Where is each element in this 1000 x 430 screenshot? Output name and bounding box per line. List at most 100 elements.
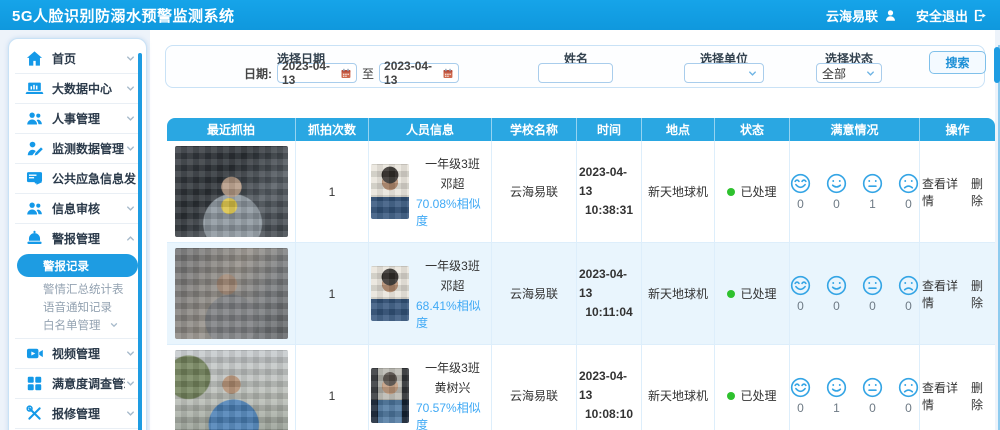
delete-link[interactable]: 删除	[971, 277, 993, 311]
table-cell: 已处理	[715, 345, 790, 430]
chevron-down-icon	[125, 408, 136, 419]
table-cell: 2023-04-1310:11:04	[577, 243, 642, 344]
page-scrollbar-thumb[interactable]	[994, 47, 1000, 83]
column-header: 人员信息	[369, 118, 492, 141]
emoji-frown-icon	[897, 274, 920, 297]
date-from-input[interactable]: 2023-04-13	[277, 63, 357, 83]
sidebar-group: 信息审核	[15, 194, 140, 224]
chevron-down-icon	[125, 378, 136, 389]
calendar-icon[interactable]	[442, 67, 454, 80]
satisfaction-item: 0	[861, 274, 884, 313]
portrait-photo	[371, 164, 409, 219]
logout-button[interactable]: 安全退出	[916, 6, 988, 25]
capture-date: 2023-04-13	[579, 367, 639, 405]
search-button[interactable]: 搜索	[929, 51, 986, 74]
column-header: 状态	[715, 118, 790, 141]
column-header: 最近抓拍	[167, 118, 296, 141]
view-details-link[interactable]: 查看详情	[922, 379, 966, 413]
status-dot	[727, 392, 735, 400]
sidebar-subitem[interactable]: 警报记录	[17, 254, 138, 277]
emoji-neutral-icon	[861, 172, 884, 195]
status-text: 已处理	[740, 285, 776, 302]
people-icon	[25, 199, 44, 218]
view-details-link[interactable]: 查看详情	[922, 175, 966, 209]
satisfaction-count: 0	[797, 401, 804, 415]
date-to-label: 至	[362, 65, 374, 82]
chevron-down-icon	[865, 68, 876, 79]
date-to-input[interactable]: 2023-04-13	[379, 63, 459, 83]
alarm-icon	[25, 229, 44, 248]
table-cell: 查看详情删除	[920, 141, 995, 242]
table-cell: 1	[296, 243, 369, 344]
satisfaction-item: 0	[789, 376, 812, 415]
name-input[interactable]	[538, 63, 613, 83]
satisfaction-group: 0000	[789, 274, 920, 313]
sidebar-group: 首页	[15, 44, 140, 74]
satisfaction-item: 0	[897, 172, 920, 211]
user-menu[interactable]: 云海易联	[826, 6, 898, 25]
satisfaction-item: 1	[861, 172, 884, 211]
chevron-down-icon	[125, 113, 136, 124]
sidebar-item[interactable]: 满意度调查管理	[15, 369, 140, 398]
table-cell: 2023-04-1310:38:31	[577, 141, 642, 242]
sidebar-item-label: 警报管理	[52, 230, 125, 247]
table-cell: 已处理	[715, 141, 790, 242]
unit-select[interactable]	[684, 63, 764, 83]
satisfaction-group: 0100	[789, 376, 920, 415]
date-from-value: 2023-04-13	[282, 59, 338, 87]
top-header-bar: 5G人脸识别防溺水预警监测系统 云海易联 安全退出	[0, 0, 1000, 30]
person-name: 黄树兴	[434, 379, 470, 396]
sidebar-item[interactable]: 警报管理	[15, 224, 140, 253]
capture-count: 1	[329, 185, 336, 199]
sidebar-subitem[interactable]: 语音通知记录	[15, 298, 140, 316]
person-info: 一年级3班邓超68.41%相似度	[371, 257, 489, 331]
sidebar-subitem[interactable]: 警情汇总统计表	[15, 280, 140, 298]
sidebar-item[interactable]: 视频管理	[15, 339, 140, 368]
emoji-smile-icon	[825, 376, 848, 399]
sidebar-item[interactable]: 信息审核	[15, 194, 140, 223]
view-details-link[interactable]: 查看详情	[922, 277, 966, 311]
sidebar-item[interactable]: 首页	[15, 44, 140, 73]
sidebar-item[interactable]: 监测数据管理	[15, 134, 140, 163]
satisfaction-item: 0	[789, 172, 812, 211]
sidebar-scrollbar[interactable]	[138, 53, 142, 430]
sidebar-item-label: 首页	[52, 50, 125, 67]
sidebar-group: 报修管理	[15, 399, 140, 429]
school-name: 云海易联	[510, 387, 558, 404]
capture-photo	[175, 146, 288, 237]
delete-link[interactable]: 删除	[971, 379, 993, 413]
satisfaction-count: 0	[869, 299, 876, 313]
sidebar-subitem[interactable]: 白名单管理	[15, 316, 140, 334]
person-name: 邓超	[440, 277, 464, 294]
sidebar-subitem-label: 语音通知记录	[43, 299, 112, 315]
sidebar-item[interactable]: 人事管理	[15, 104, 140, 133]
emoji-frown-icon	[897, 172, 920, 195]
sidebar-item[interactable]: 报修管理	[15, 399, 140, 428]
location-name: 新天地球机	[648, 285, 708, 302]
sidebar-submenu: 警报记录警情汇总统计表语音通知记录白名单管理	[15, 254, 140, 338]
portrait-photo	[371, 368, 409, 423]
status-dot	[727, 188, 735, 196]
sidebar-group: 大数据中心	[15, 74, 140, 104]
table-row: 1一年级3班黄树兴70.57%相似度云海易联2023-04-1310:08:10…	[167, 345, 995, 430]
sidebar-menu: 首页大数据中心人事管理监测数据管理公共应急信息发布信息审核警报管理警报记录警情汇…	[9, 44, 146, 430]
satisfaction-item: 0	[825, 274, 848, 313]
person-grade: 一年级3班	[425, 359, 480, 376]
capture-date: 2023-04-13	[579, 265, 639, 303]
calendar-icon[interactable]	[340, 67, 352, 80]
status-text: 已处理	[740, 183, 776, 200]
satisfaction-item: 0	[897, 376, 920, 415]
data-center-icon	[25, 79, 44, 98]
status-select[interactable]: 全部	[816, 63, 882, 83]
sidebar-item[interactable]: 大数据中心	[15, 74, 140, 103]
table-cell: 一年级3班邓超68.41%相似度	[369, 243, 492, 344]
sidebar-item[interactable]: 公共应急信息发布	[15, 164, 140, 193]
chevron-down-icon	[125, 348, 136, 359]
emoji-frown-icon	[897, 376, 920, 399]
sidebar-group: 满意度调查管理	[15, 369, 140, 399]
delete-link[interactable]: 删除	[971, 175, 993, 209]
sidebar-group: 监测数据管理	[15, 134, 140, 164]
capture-count: 1	[329, 287, 336, 301]
monitor-edit-icon	[25, 139, 44, 158]
satisfaction-item: 0	[825, 172, 848, 211]
